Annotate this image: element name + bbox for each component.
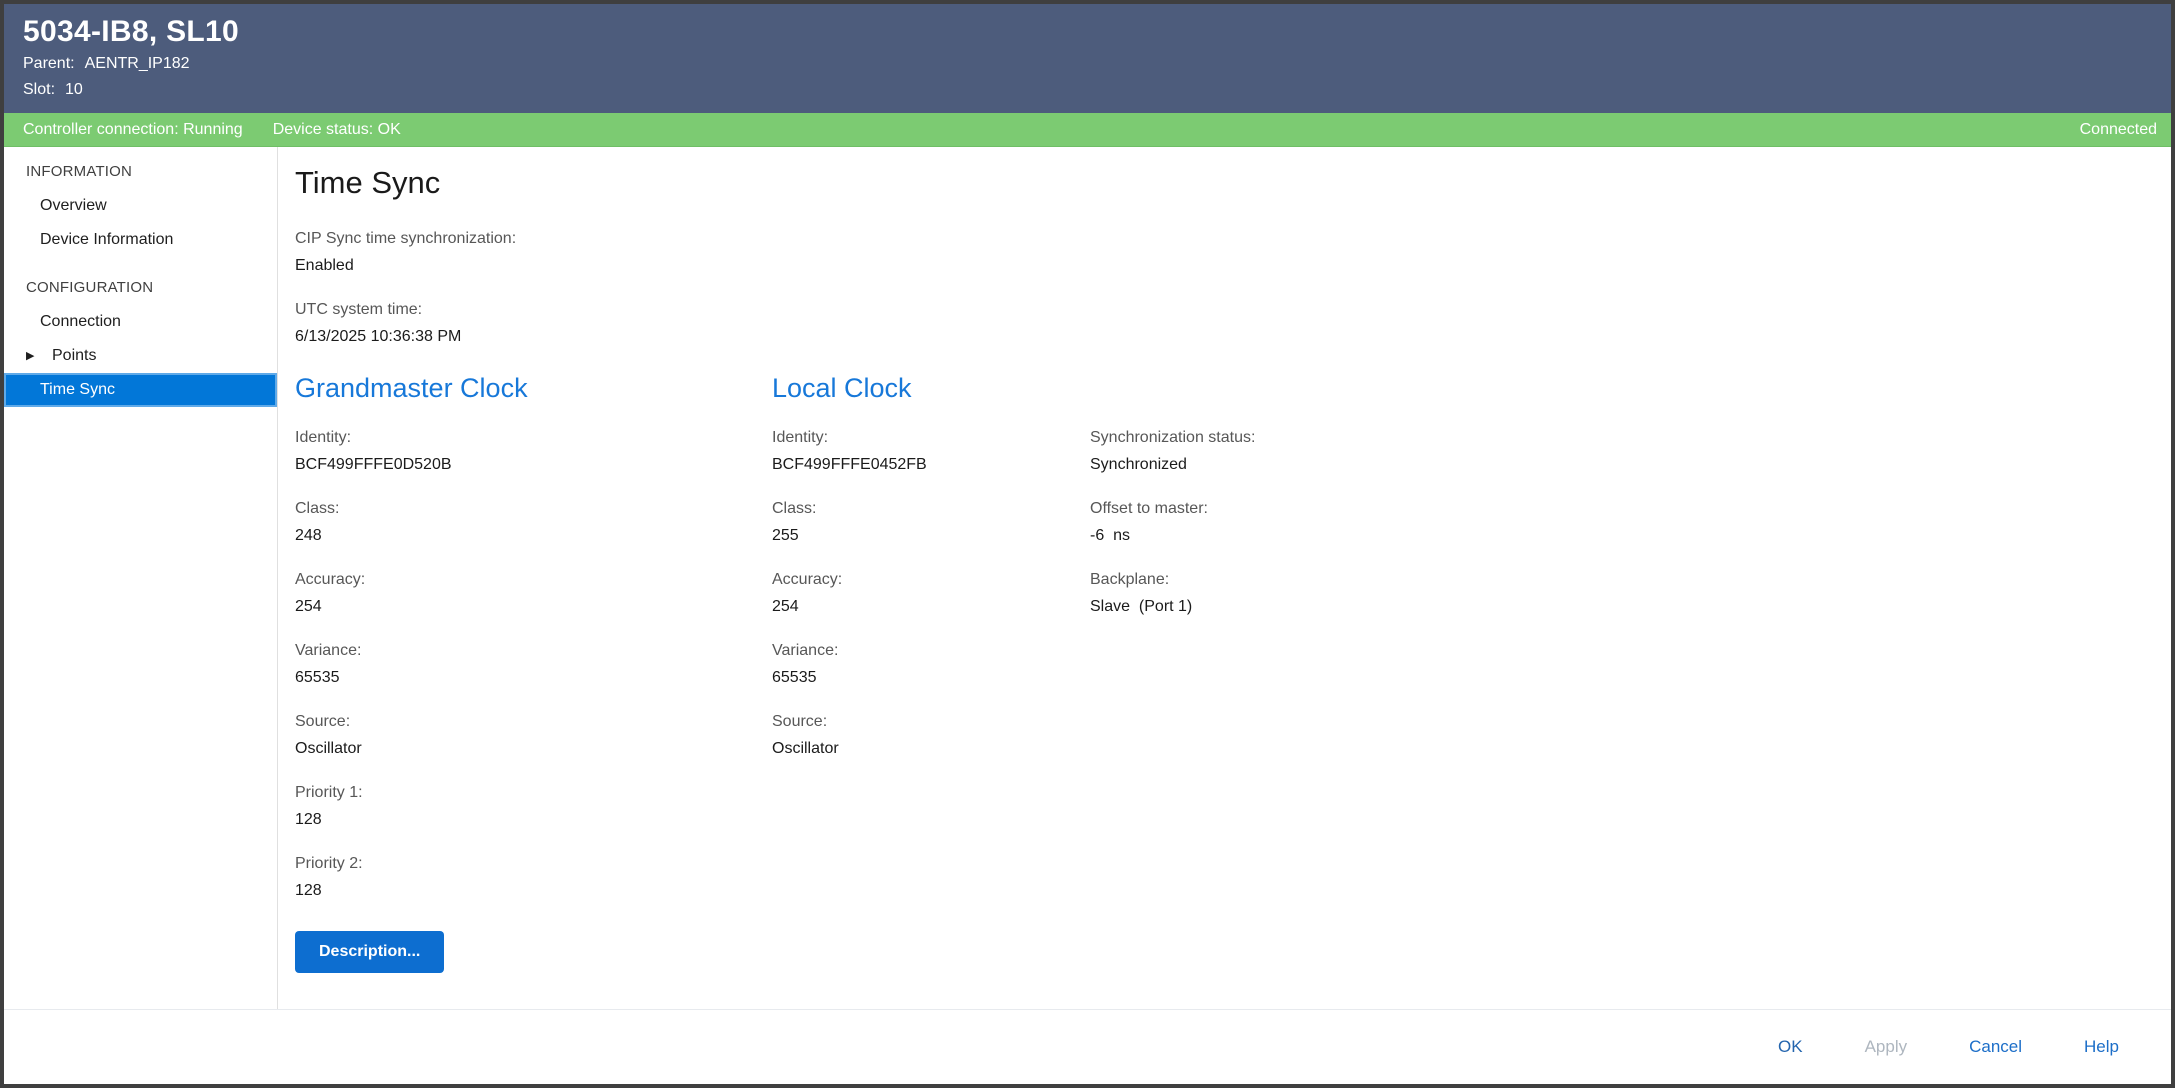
ok-button[interactable]: OK [1760,1027,1821,1067]
lc-class-field: Class: 255 [772,499,1090,546]
slot-row: Slot: 10 [23,77,2151,103]
sync-status-spacer [1090,371,2171,428]
grandmaster-clock-heading: Grandmaster Clock [295,371,772,405]
offset-to-master-field: Offset to master: -6 ns [1090,499,2171,546]
lc-source-label: Source: [772,712,1090,732]
gm-class-value: 248 [295,526,772,546]
lc-class-label: Class: [772,499,1090,519]
offset-to-master-value: -6 ns [1090,526,2171,546]
lc-accuracy-field: Accuracy: 254 [772,570,1090,617]
sidebar-header-configuration: CONFIGURATION [4,271,277,305]
lc-accuracy-value: 254 [772,597,1090,617]
gm-priority2-label: Priority 2: [295,854,772,874]
gm-priority2-value: 128 [295,881,772,901]
parent-value: AENTR_IP182 [85,51,190,77]
lc-identity-value: BCF499FFFE0452FB [772,455,1090,475]
gm-variance-value: 65535 [295,668,772,688]
utc-time-value: 6/13/2025 10:36:38 PM [295,327,2171,347]
lc-accuracy-label: Accuracy: [772,570,1090,590]
gm-source-label: Source: [295,712,772,732]
body: INFORMATION Overview Device Information … [4,147,2171,1009]
sidebar-section-information: INFORMATION Overview Device Information [4,155,277,257]
device-properties-window: 5034-IB8, SL10 Parent: AENTR_IP182 Slot:… [0,0,2175,1088]
local-clock-heading: Local Clock [772,371,1090,405]
lc-identity-field: Identity: BCF499FFFE0452FB [772,428,1090,475]
controller-connection-status: Controller connection: Running [23,121,243,139]
page-title: Time Sync [295,163,2171,203]
sidebar-item-time-sync[interactable]: Time Sync [4,373,277,407]
slot-label: Slot: [23,77,55,103]
gm-source-value: Oscillator [295,739,772,759]
main-content: Time Sync CIP Sync time synchronization:… [278,147,2171,1009]
backplane-field: Backplane: Slave (Port 1) [1090,570,2171,617]
gm-variance-label: Variance: [295,641,772,661]
backplane-value: Slave (Port 1) [1090,597,2171,617]
gm-accuracy-field: Accuracy: 254 [295,570,772,617]
sync-status-label: Synchronization status: [1090,428,2171,448]
lc-variance-value: 65535 [772,668,1090,688]
gm-identity-label: Identity: [295,428,772,448]
grandmaster-clock-column: Grandmaster Clock Identity: BCF499FFFE0D… [295,371,772,973]
status-bar: Controller connection: Running Device st… [4,113,2171,147]
gm-identity-value: BCF499FFFE0D520B [295,455,772,475]
backplane-label: Backplane: [1090,570,2171,590]
lc-variance-field: Variance: 65535 [772,641,1090,688]
lc-variance-label: Variance: [772,641,1090,661]
cip-sync-field: CIP Sync time synchronization: Enabled [295,229,2171,276]
lc-identity-label: Identity: [772,428,1090,448]
window-header: 5034-IB8, SL10 Parent: AENTR_IP182 Slot:… [4,4,2171,113]
gm-source-field: Source: Oscillator [295,712,772,759]
gm-priority2-field: Priority 2: 128 [295,854,772,901]
lc-source-field: Source: Oscillator [772,712,1090,759]
sidebar-section-configuration: CONFIGURATION Connection ▶ Points Time S… [4,271,277,407]
parent-row: Parent: AENTR_IP182 [23,51,2151,77]
lc-class-value: 255 [772,526,1090,546]
utc-time-label: UTC system time: [295,300,2171,320]
gm-priority1-field: Priority 1: 128 [295,783,772,830]
chevron-right-icon[interactable]: ▶ [26,346,52,366]
cip-sync-value: Enabled [295,256,2171,276]
utc-time-field: UTC system time: 6/13/2025 10:36:38 PM [295,300,2171,347]
device-title: 5034-IB8, SL10 [23,13,2151,51]
gm-identity-field: Identity: BCF499FFFE0D520B [295,428,772,475]
sidebar-item-points-label: Points [52,346,96,366]
footer-button-bar: OK Apply Cancel Help [4,1009,2171,1084]
gm-accuracy-label: Accuracy: [295,570,772,590]
sidebar-nav: INFORMATION Overview Device Information … [4,147,278,1009]
connection-state: Connected [2080,121,2157,139]
gm-class-field: Class: 248 [295,499,772,546]
sidebar-item-points[interactable]: ▶ Points [4,339,277,373]
offset-to-master-label: Offset to master: [1090,499,2171,519]
lc-source-value: Oscillator [772,739,1090,759]
clocks-grid: Grandmaster Clock Identity: BCF499FFFE0D… [295,371,2171,973]
slot-value: 10 [65,77,83,103]
local-clock-column: Local Clock Identity: BCF499FFFE0452FB C… [772,371,1090,973]
cancel-button[interactable]: Cancel [1951,1027,2040,1067]
parent-label: Parent: [23,51,75,77]
gm-priority1-label: Priority 1: [295,783,772,803]
sync-status-field: Synchronization status: Synchronized [1090,428,2171,475]
sidebar-item-device-information[interactable]: Device Information [4,223,277,257]
apply-button[interactable]: Apply [1847,1027,1926,1067]
device-status: Device status: OK [273,121,401,139]
sidebar-item-connection[interactable]: Connection [4,305,277,339]
help-button[interactable]: Help [2066,1027,2137,1067]
description-button[interactable]: Description... [295,931,444,973]
gm-variance-field: Variance: 65535 [295,641,772,688]
gm-priority1-value: 128 [295,810,772,830]
sidebar-item-overview[interactable]: Overview [4,189,277,223]
gm-accuracy-value: 254 [295,597,772,617]
cip-sync-label: CIP Sync time synchronization: [295,229,2171,249]
sync-status-value: Synchronized [1090,455,2171,475]
gm-class-label: Class: [295,499,772,519]
sidebar-header-information: INFORMATION [4,155,277,189]
sync-status-column: Synchronization status: Synchronized Off… [1090,371,2171,973]
